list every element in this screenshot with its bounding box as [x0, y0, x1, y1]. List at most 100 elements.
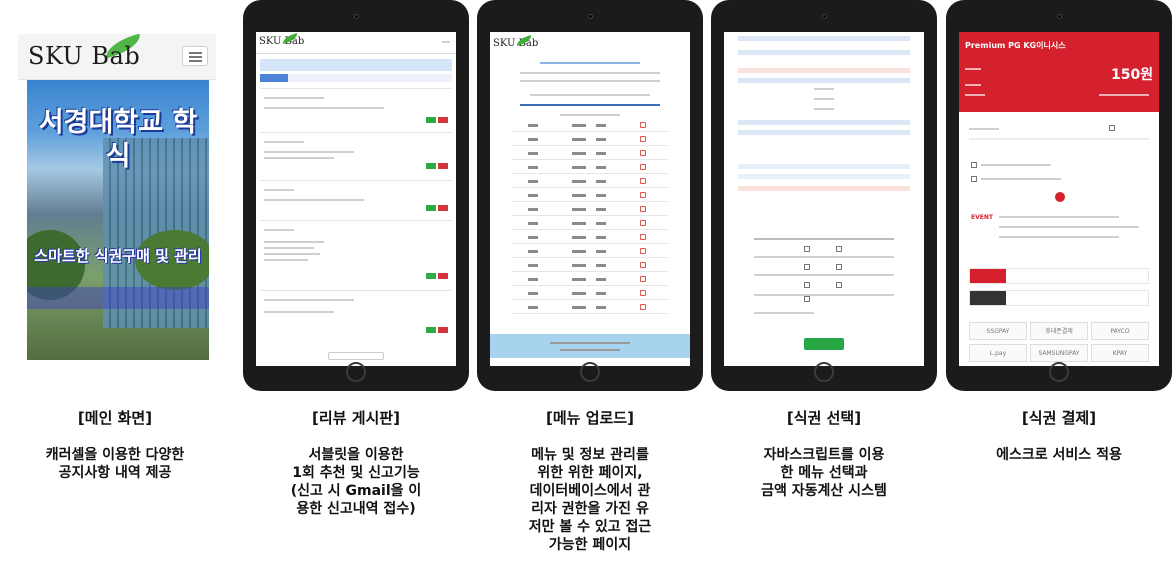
footer — [490, 334, 690, 358]
collapse-icon[interactable] — [1055, 192, 1065, 202]
pay-method-phone[interactable]: 휴대폰결제 — [1030, 322, 1088, 340]
payment-screen: Premium PG KG이니시스 150원 EVENT SSGPAY 휴대폰결… — [959, 32, 1159, 366]
recommend-button[interactable] — [426, 163, 436, 169]
delete-icon[interactable] — [640, 304, 646, 310]
delete-icon[interactable] — [640, 192, 646, 198]
caption-description: 자바스크립트를 이용 한 메뉴 선택과 금액 자동계산 시스템 — [761, 447, 887, 499]
caption-menu-upload: [메뉴 업로드] 메뉴 및 정보 관리를 위한 위한 페이지, 데이터베이스에서… — [495, 408, 685, 554]
hero-subtitle: 스마트한 식권구매 및 관리 — [34, 247, 202, 265]
menu-row — [512, 204, 668, 216]
menu-row — [512, 246, 668, 258]
terms-checkbox[interactable] — [971, 176, 977, 182]
hero-caption-band — [27, 287, 209, 309]
pg-name: Premium PG KG이니시스 — [965, 41, 1066, 50]
review-card — [260, 220, 452, 286]
caption-description: 서블릿을 이용한 1회 추천 및 신고기능 (신고 시 Gmail을 이 용한 … — [290, 447, 422, 517]
quantity-stepper[interactable] — [836, 246, 842, 252]
delete-icon[interactable] — [640, 178, 646, 184]
report-button[interactable] — [438, 163, 448, 169]
review-card — [260, 180, 452, 216]
load-more-button[interactable] — [328, 352, 384, 360]
menu-row — [512, 218, 668, 230]
mini-logo: SKU Bab — [493, 38, 539, 49]
quantity-stepper[interactable] — [836, 264, 842, 270]
pay-method-samsungpay[interactable]: SAMSUNGPAY — [1030, 344, 1088, 362]
review-board-title — [260, 59, 452, 71]
pay-method-payco[interactable]: PAYCO — [1091, 322, 1149, 340]
quantity-stepper[interactable] — [836, 282, 842, 288]
menu-row — [512, 232, 668, 244]
report-button[interactable] — [438, 117, 448, 123]
menu-row — [512, 274, 668, 286]
menu-upload-screen: SKU Bab — [490, 32, 690, 366]
hamburger-menu-icon[interactable] — [182, 46, 208, 66]
report-button[interactable] — [438, 327, 448, 333]
site-logo[interactable]: SKU Bab — [28, 42, 140, 70]
pay-method-kpay[interactable]: KPAY — [1091, 344, 1149, 362]
menu-checkbox[interactable] — [804, 264, 810, 270]
caption-title: [식권 선택] — [786, 409, 862, 427]
delete-icon[interactable] — [640, 276, 646, 282]
camera-icon — [1057, 14, 1062, 19]
recommend-button[interactable] — [426, 117, 436, 123]
review-board-screen: SKU Bab — [256, 32, 456, 366]
tablet-menu-upload: SKU Bab — [477, 0, 703, 391]
caption-title: [식권 결제] — [1021, 409, 1097, 427]
hamburger-menu-icon[interactable] — [442, 41, 450, 43]
delete-icon[interactable] — [640, 164, 646, 170]
recommend-button[interactable] — [426, 205, 436, 211]
delete-icon[interactable] — [640, 290, 646, 296]
menu-row — [512, 148, 668, 160]
home-button-icon — [1049, 362, 1069, 382]
agree-all-checkbox[interactable] — [1109, 125, 1115, 131]
recommend-button[interactable] — [426, 327, 436, 333]
caption-title: [리뷰 게시판] — [312, 409, 400, 427]
review-card — [260, 132, 452, 176]
menu-row — [512, 190, 668, 202]
caption-payment: [식권 결제] 에스크로 서비스 적용 — [964, 408, 1154, 464]
delete-icon[interactable] — [640, 234, 646, 240]
camera-icon — [588, 14, 593, 19]
promo-banner[interactable] — [969, 268, 1149, 284]
review-tab-active[interactable] — [260, 74, 288, 82]
menu-row — [512, 260, 668, 272]
delete-icon[interactable] — [640, 262, 646, 268]
promo-banner[interactable] — [969, 290, 1149, 306]
home-button-icon — [580, 362, 600, 382]
tablet-payment: Premium PG KG이니시스 150원 EVENT SSGPAY 휴대폰결… — [946, 0, 1172, 391]
menu-row — [512, 176, 668, 188]
main-screen-screenshot: SKU Bab 서경대학교 학식 스마트한 식권구매 및 관리 — [18, 33, 216, 364]
caption-title: [메인 화면] — [77, 409, 153, 427]
delete-icon[interactable] — [640, 122, 646, 128]
terms-checkbox[interactable] — [971, 162, 977, 168]
report-button[interactable] — [438, 205, 448, 211]
delete-icon[interactable] — [640, 220, 646, 226]
hero-carousel[interactable]: 서경대학교 학식 스마트한 식권구매 및 관리 — [27, 80, 209, 360]
delete-icon[interactable] — [640, 248, 646, 254]
camera-icon — [822, 14, 827, 19]
menu-checkbox[interactable] — [804, 296, 810, 302]
delete-icon[interactable] — [640, 150, 646, 156]
pay-method-ssgpay[interactable]: SSGPAY — [969, 322, 1027, 340]
home-button-icon — [814, 362, 834, 382]
caption-description: 에스크로 서비스 적용 — [996, 447, 1122, 463]
menu-row — [512, 162, 668, 174]
delete-icon[interactable] — [640, 136, 646, 142]
tablet-review-board: SKU Bab — [243, 0, 469, 391]
review-tabs — [260, 74, 452, 82]
caption-review: [리뷰 게시판] 서블릿을 이용한 1회 추천 및 신고기능 (신고 시 Gma… — [261, 408, 451, 518]
caption-ticket-select: [식권 선택] 자바스크립트를 이용 한 메뉴 선택과 금액 자동계산 시스템 — [729, 408, 919, 500]
mini-logo: SKU Bab — [259, 36, 305, 47]
delete-icon[interactable] — [640, 206, 646, 212]
pay-method-lpay[interactable]: L.pay — [969, 344, 1027, 362]
recommend-button[interactable] — [426, 273, 436, 279]
menu-checkbox[interactable] — [804, 246, 810, 252]
report-button[interactable] — [438, 273, 448, 279]
menu-checkbox[interactable] — [804, 282, 810, 288]
confirm-button[interactable] — [804, 338, 844, 350]
menu-row — [512, 120, 668, 132]
caption-title: [메뉴 업로드] — [546, 409, 634, 427]
main-header: SKU Bab — [18, 33, 216, 80]
home-button-icon — [346, 362, 366, 382]
payment-amount: 150원 — [1111, 67, 1154, 83]
